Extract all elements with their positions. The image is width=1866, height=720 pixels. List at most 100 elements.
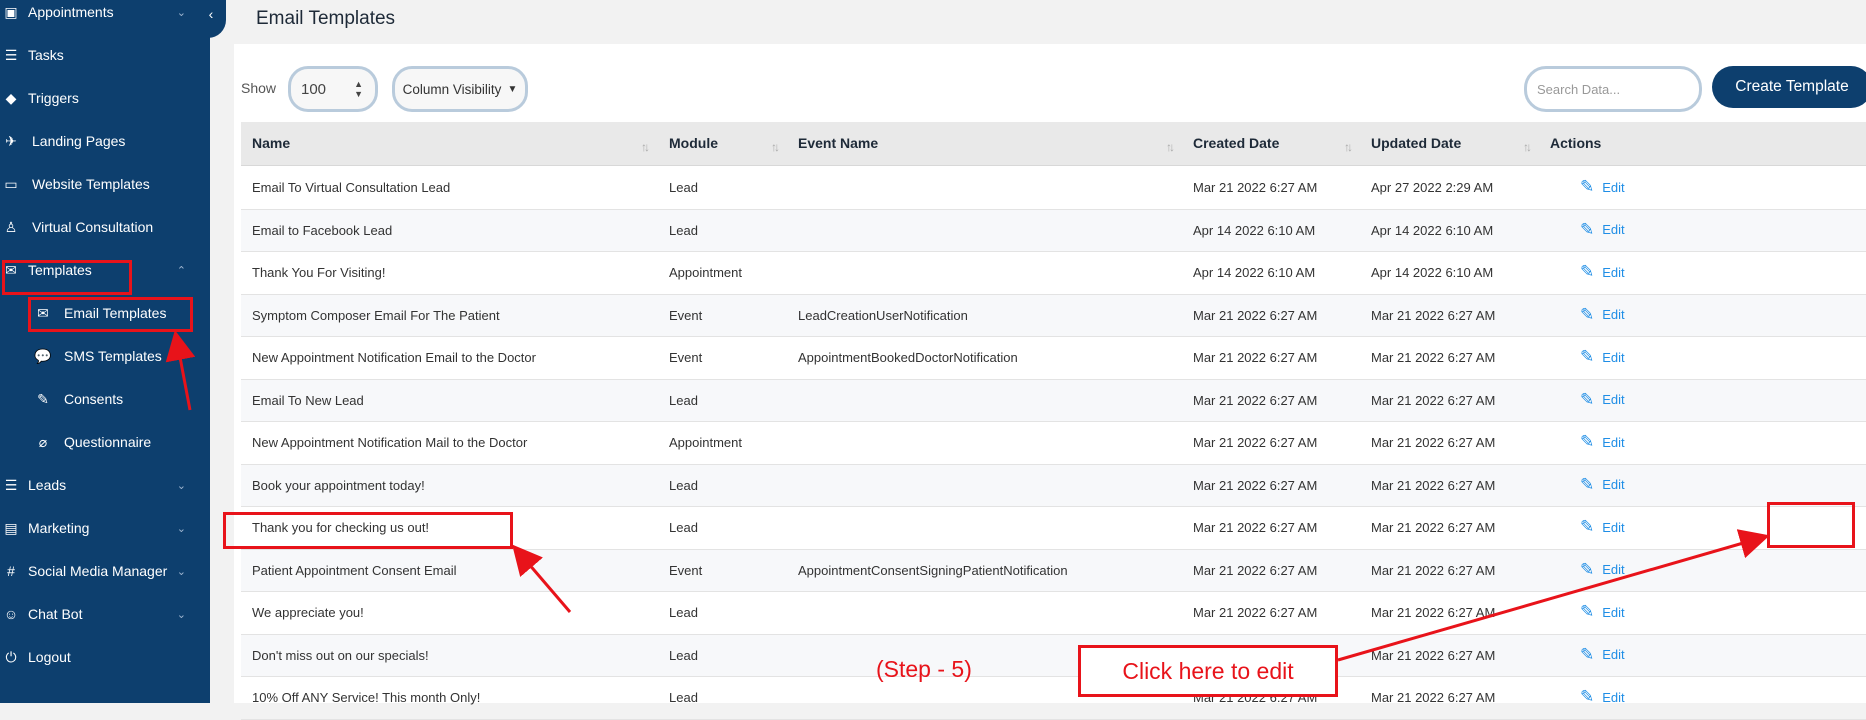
envelope-icon: ✉ [37, 304, 49, 321]
sidebar-item-chat-bot[interactable]: ☺ Chat Bot ⌄ [0, 594, 210, 634]
column-header-event-name[interactable]: Event Name [798, 135, 878, 151]
sort-icon[interactable]: ↑↓ [1344, 140, 1353, 154]
pencil-icon: ✎ [1580, 559, 1595, 579]
sidebar-item-triggers[interactable]: ◆ Triggers [0, 78, 210, 118]
column-header-module[interactable]: Module [669, 135, 718, 151]
sort-icon[interactable]: ↑↓ [1523, 140, 1532, 154]
edit-label: Edit [1602, 647, 1625, 662]
cell-updated-date: Mar 21 2022 6:27 AM [1371, 307, 1496, 323]
cell-module: Event [669, 562, 703, 578]
sidebar-item-email-templates[interactable]: ✉ Email Templates [0, 293, 210, 333]
table-row: Symptom Composer Email For The Patient Ev… [241, 294, 1866, 337]
pencil-icon: ✎ [1580, 389, 1595, 409]
pencil-icon: ✎ [1580, 602, 1595, 621]
edit-button[interactable]: ✎ Edit [1580, 305, 1625, 325]
sidebar-item-templates[interactable]: ✉ Templates ⌃ [0, 250, 210, 290]
table-row: Don't miss out on our specials! Lead Mar 2… [241, 634, 1866, 677]
cell-module: Lead [669, 392, 698, 408]
sidebar-item-label: Marketing [28, 520, 90, 536]
edit-button[interactable]: ✎ Edit [1580, 432, 1625, 452]
chevron-down-icon: ⌄ [176, 522, 186, 535]
pencil-icon: ✎ [1580, 262, 1595, 281]
cell-module: Event [669, 350, 703, 365]
robot-icon: ☺ [3, 606, 19, 622]
sidebar-item-consents[interactable]: ✎ Consents [0, 379, 210, 419]
book-icon: ▤ [4, 519, 18, 536]
column-header-updated-date[interactable]: Updated Date [1371, 135, 1461, 151]
sidebar-item-tasks[interactable]: ☰ Tasks [0, 35, 210, 75]
cell-updated-date: Apr 14 2022 6:10 AM [1371, 222, 1494, 238]
edit-label: Edit [1602, 179, 1625, 195]
table-row: New Appointment Notification Email to th… [241, 337, 1866, 380]
edit-button[interactable]: ✎ Edit [1580, 602, 1625, 622]
cell-module: Appointment [669, 265, 742, 280]
cell-event-name: AppointmentConsentSigningPatientNotifica… [798, 562, 1068, 578]
cell-created-date: Mar 21 2022 6:27 AM [1193, 392, 1318, 408]
cell-updated-date: Mar 21 2022 6:27 AM [1371, 562, 1496, 578]
page-header: Email Templates [234, 0, 1866, 44]
table-row: Email To New Lead Lead Mar 21 2022 6:27 AM… [241, 379, 1866, 422]
sidebar-item-virtual-consultation[interactable]: ♙ Virtual Consultation [0, 207, 210, 247]
diamond-icon: ◆ [5, 89, 17, 106]
step-label: (Step - 5) [876, 656, 972, 682]
search-input[interactable]: Search Data... [1524, 66, 1702, 112]
sidebar-item-website-templates[interactable]: ▭ Website Templates [0, 164, 210, 204]
calendar-check-icon: ▣ [4, 3, 18, 20]
sidebar-item-label: Logout [28, 649, 71, 665]
column-visibility-label: Column Visibility [402, 81, 502, 97]
cell-module: Lead [669, 477, 698, 493]
edit-label: Edit [1602, 477, 1625, 492]
cell-updated-date: Mar 21 2022 6:27 AM [1371, 435, 1496, 450]
sidebar-item-leads[interactable]: ☰ Leads ⌄ [0, 465, 210, 505]
edit-button[interactable]: ✎ Edit [1580, 390, 1625, 410]
sidebar-item-landing-pages[interactable]: ✈ Landing Pages [0, 121, 210, 161]
sidebar-item-logout[interactable]: ⏻ Logout [0, 637, 210, 677]
cell-created-date: Mar 21 2022 6:27 AM [1193, 605, 1318, 620]
edit-button[interactable]: ✎ Edit [1580, 560, 1625, 580]
cell-name: Email To Virtual Consultation Lead [252, 180, 451, 195]
edit-button[interactable]: ✎ Edit [1580, 687, 1625, 707]
cell-updated-date: Mar 21 2022 6:27 AM [1371, 605, 1496, 620]
chat-icon: 💬 [34, 347, 52, 364]
sidebar-item-marketing[interactable]: ▤ Marketing ⌄ [0, 508, 210, 548]
caret-down-icon: ▼ [507, 83, 518, 95]
edit-label: Edit [1602, 689, 1625, 705]
sidebar-item-questionnaire[interactable]: ⌀ Questionnaire [0, 422, 210, 462]
column-header-name[interactable]: Name [252, 135, 290, 151]
edit-label: Edit [1602, 349, 1625, 365]
sort-icon[interactable]: ↑↓ [641, 140, 650, 154]
cell-updated-date: Mar 21 2022 6:27 AM [1371, 477, 1496, 493]
cell-updated-date: Mar 21 2022 6:27 AM [1371, 647, 1496, 663]
table-row: New Appointment Notification Mail to the… [241, 422, 1866, 465]
sidebar-item-appointments[interactable]: ▣ Appointments ⌄ [0, 0, 210, 32]
sort-icon[interactable]: ↑↓ [771, 140, 780, 154]
sort-icon[interactable]: ↑↓ [1166, 140, 1175, 154]
page-size-value: 100 [301, 80, 327, 98]
edit-button[interactable]: ✎ Edit [1580, 645, 1625, 665]
edit-button[interactable]: ✎ Edit [1580, 475, 1625, 495]
edit-button[interactable]: ✎ Edit [1580, 347, 1625, 367]
envelope-open-icon: ✉ [5, 261, 17, 278]
cell-name: Patient Appointment Consent Email [252, 562, 457, 578]
edit-button[interactable]: ✎ Edit [1580, 517, 1625, 537]
edit-button[interactable]: ✎ Edit [1580, 177, 1625, 197]
column-header-created-date[interactable]: Created Date [1193, 135, 1279, 151]
edit-button[interactable]: ✎ Edit [1580, 262, 1625, 282]
page-size-select[interactable]: 100 ▲ ▼ [288, 66, 378, 112]
table-row: 10% Off ANY Service! This month Only! Lea… [241, 677, 1866, 720]
cell-name: Book your appointment today! [252, 477, 425, 493]
column-visibility-button[interactable]: Column Visibility ▼ [392, 66, 528, 112]
pencil-icon: ✎ [1580, 517, 1595, 536]
sidebar-item-label: Tasks [28, 47, 64, 63]
person-desk-icon: ♙ [4, 218, 18, 235]
create-template-button[interactable]: Create Template [1712, 66, 1866, 108]
cell-updated-date: Mar 21 2022 6:27 AM [1371, 350, 1496, 365]
sidebar-item-sms-templates[interactable]: 💬 SMS Templates [0, 336, 210, 376]
sidebar-item-label: Social Media Manager [28, 563, 168, 579]
edit-button[interactable]: ✎ Edit [1580, 220, 1625, 240]
table-row: Book your appointment today! Lead Mar 21 2… [241, 464, 1866, 507]
sidebar-item-social-media-manager[interactable]: # Social Media Manager ⌄ [0, 551, 210, 591]
chevron-down-icon: ⌄ [176, 565, 186, 578]
edit-label: Edit [1602, 434, 1625, 450]
pencil-icon: ✎ [1580, 644, 1595, 664]
